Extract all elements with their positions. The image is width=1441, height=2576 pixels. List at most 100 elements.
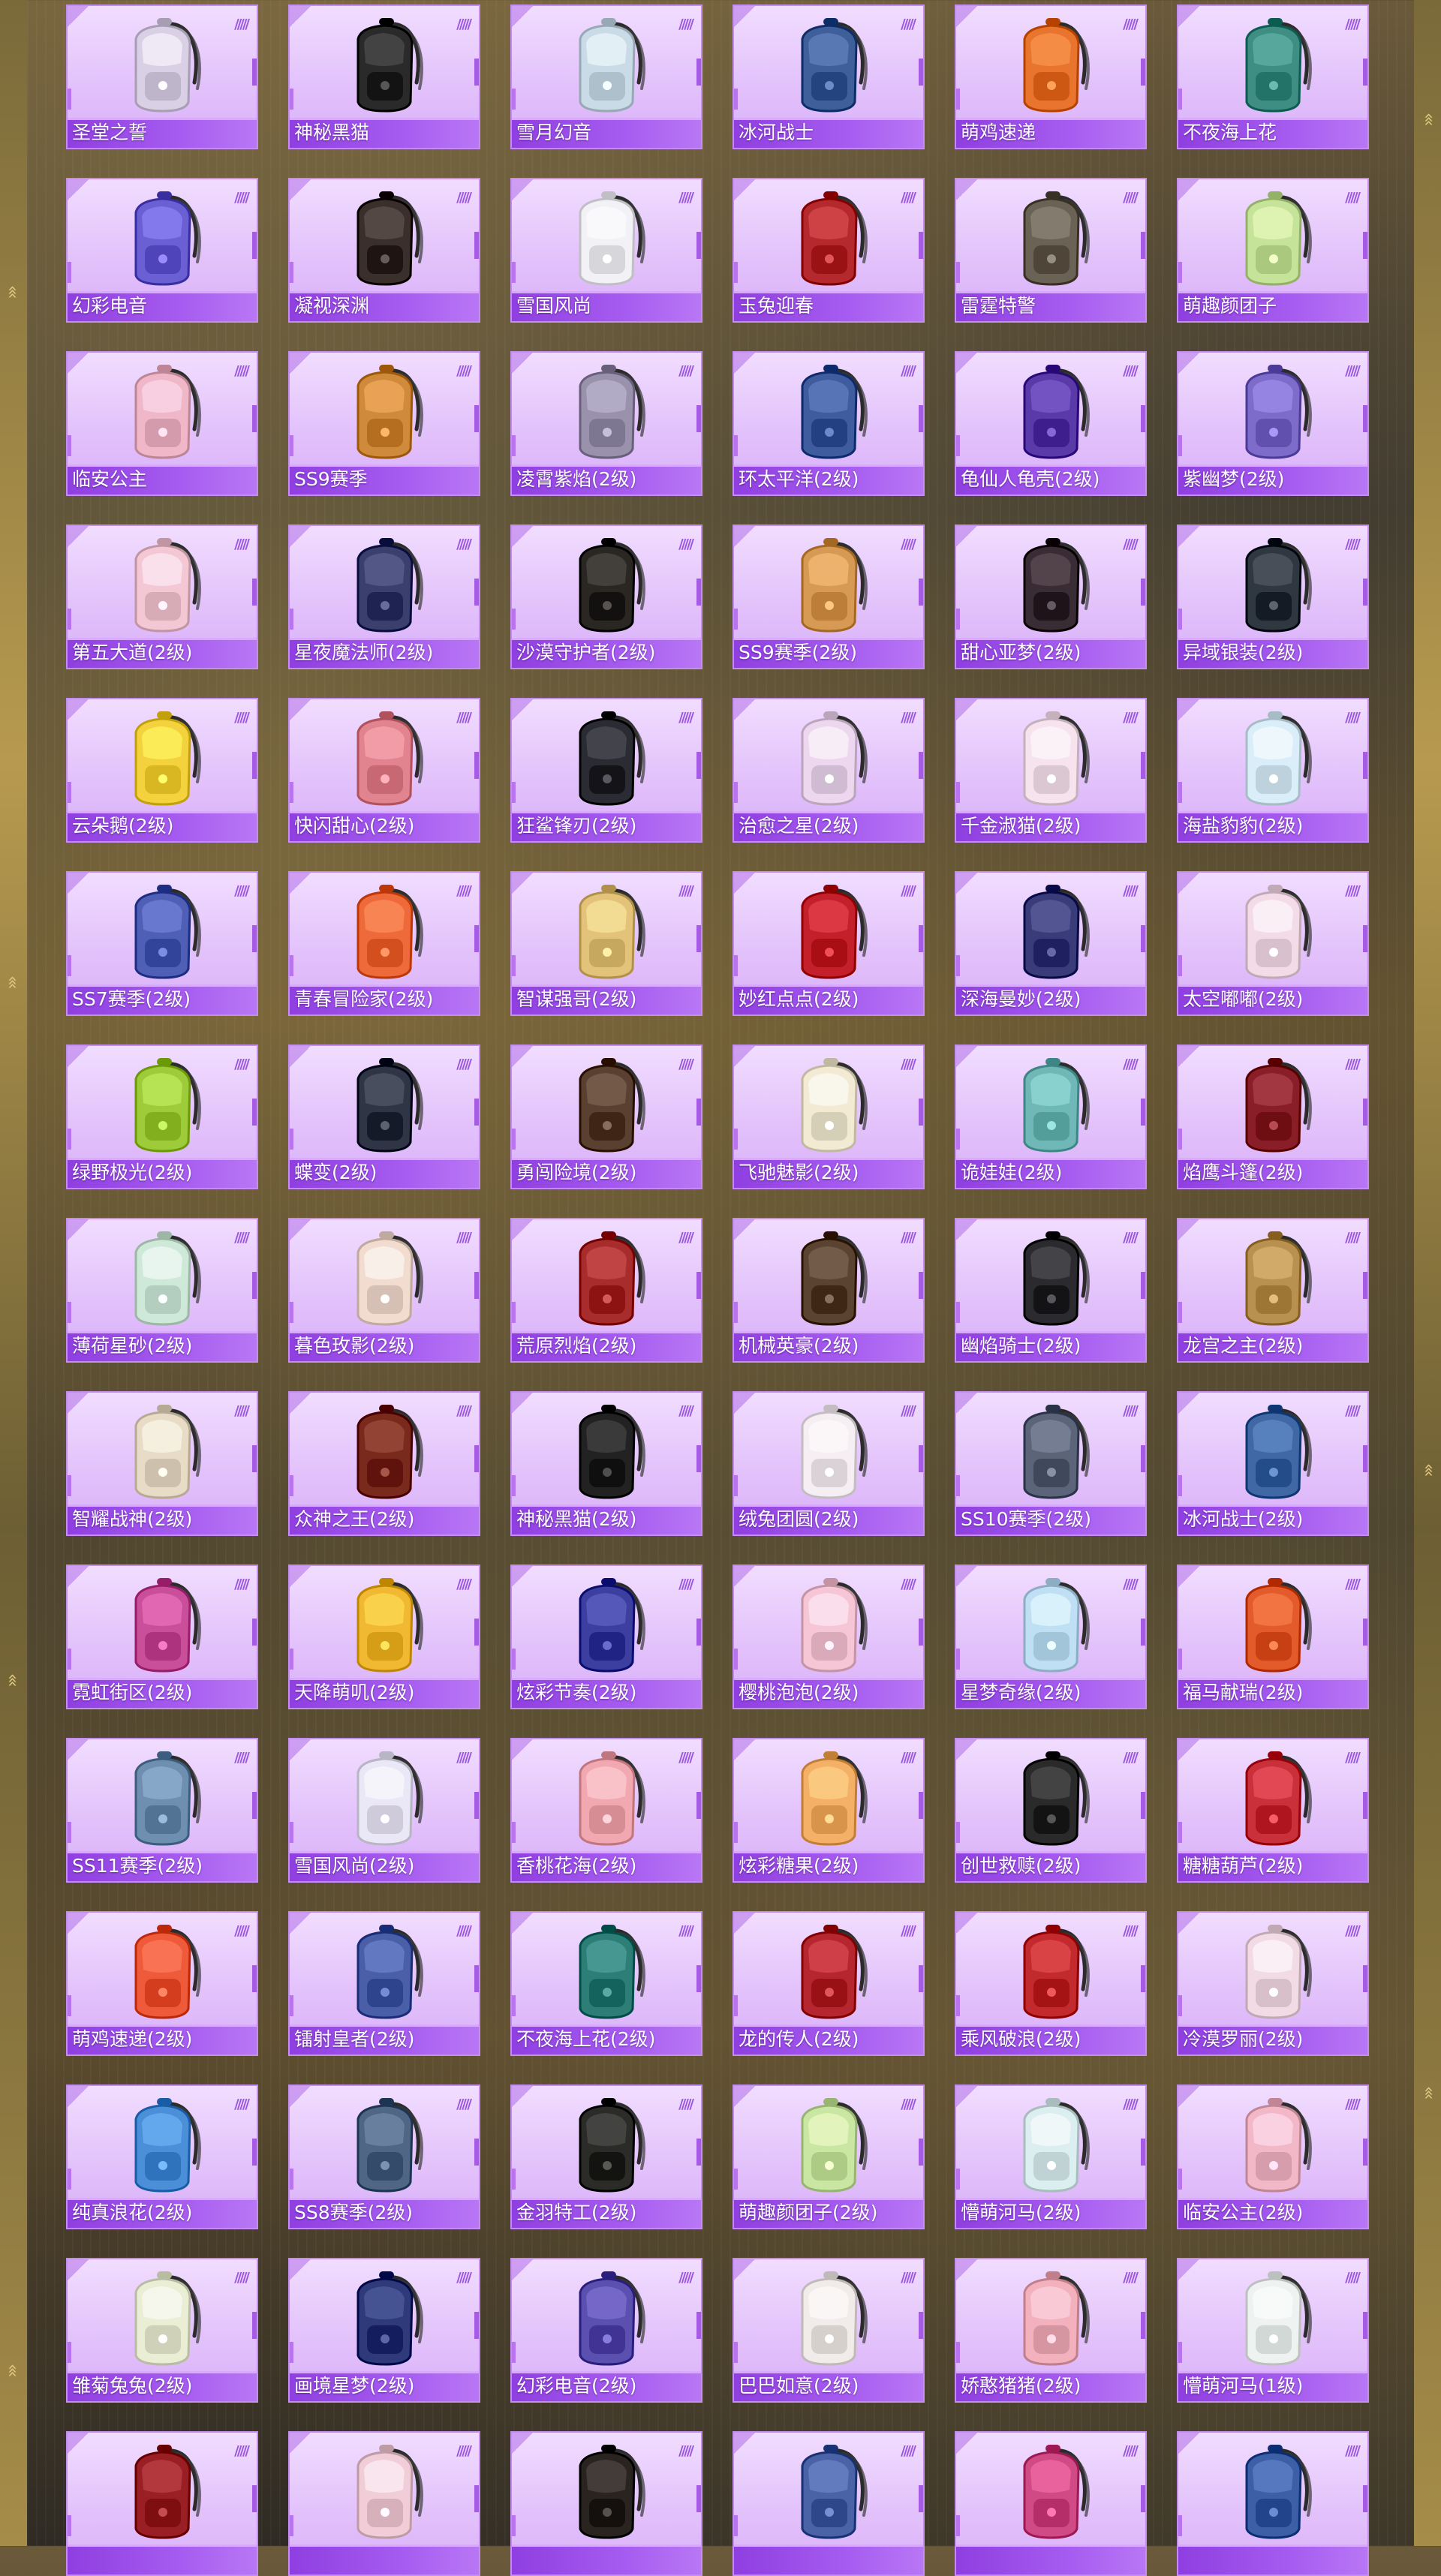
backpack-card[interactable]: ///// 圣堂之誓	[66, 5, 258, 149]
backpack-card[interactable]: ///// 蝶变(2级)	[288, 1045, 480, 1189]
item-name-label: 乘风破浪(2级)	[956, 2024, 1145, 2054]
backpack-card[interactable]: ///// 幻彩电音	[66, 178, 258, 323]
backpack-card[interactable]: ///// 炫彩糖果(2级)	[733, 1738, 925, 1883]
backpack-card[interactable]: ///// 天降萌叽(2级)	[288, 1565, 480, 1709]
backpack-card[interactable]: ///// 智谋强哥(2级)	[510, 871, 702, 1016]
backpack-card[interactable]: ///// 玉兔迎春	[733, 178, 925, 323]
backpack-card[interactable]: ///// 幻彩电音(2级)	[510, 2258, 702, 2403]
backpack-card[interactable]: ///// 雏菊兔兔(2级)	[66, 2258, 258, 2403]
card-edge-accent	[734, 1995, 738, 2016]
backpack-card[interactable]: ///// 异域银装(2级)	[1177, 525, 1369, 669]
backpack-card[interactable]: ///// 萌趣颜团子(2级)	[733, 2085, 925, 2229]
backpack-card[interactable]: ///// 青春冒险家(2级)	[288, 871, 480, 1016]
backpack-card[interactable]: ///// 妙红点点(2级)	[733, 871, 925, 1016]
backpack-card[interactable]: ///// 千金淑猫(2级)	[955, 698, 1147, 843]
backpack-card[interactable]: ///// 海盐豹豹(2级)	[1177, 698, 1369, 843]
backpack-card[interactable]: /////	[288, 2431, 480, 2576]
backpack-card[interactable]: ///// 雪月幻音	[510, 5, 702, 149]
backpack-card[interactable]: ///// 不夜海上花	[1177, 5, 1369, 149]
backpack-card[interactable]: ///// 治愈之星(2级)	[733, 698, 925, 843]
backpack-card[interactable]: ///// 第五大道(2级)	[66, 525, 258, 669]
backpack-card[interactable]: ///// 不夜海上花(2级)	[510, 1911, 702, 2056]
backpack-card[interactable]: /////	[510, 2431, 702, 2576]
backpack-card[interactable]: ///// 娇憨猪猪(2级)	[955, 2258, 1147, 2403]
backpack-card[interactable]: ///// 龙的传人(2级)	[733, 1911, 925, 2056]
backpack-card[interactable]: ///// 狂鲨锋刃(2级)	[510, 698, 702, 843]
backpack-card[interactable]: ///// 萌鸡速递(2级)	[66, 1911, 258, 2056]
backpack-card[interactable]: ///// 快闪甜心(2级)	[288, 698, 480, 843]
backpack-card[interactable]: ///// 炫彩节奏(2级)	[510, 1565, 702, 1709]
backpack-card[interactable]: ///// 香桃花海(2级)	[510, 1738, 702, 1883]
item-name-text: 青春冒险家(2级)	[294, 988, 434, 1010]
backpack-card[interactable]: ///// 勇闯险境(2级)	[510, 1045, 702, 1189]
backpack-card[interactable]: /////	[66, 2431, 258, 2576]
backpack-card[interactable]: ///// 环太平洋(2级)	[733, 351, 925, 496]
backpack-card[interactable]: ///// SS7赛季(2级)	[66, 871, 258, 1016]
backpack-card[interactable]: ///// 龙宫之主(2级)	[1177, 1218, 1369, 1363]
backpack-card[interactable]: ///// 镭射皇者(2级)	[288, 1911, 480, 2056]
backpack-card[interactable]: ///// 飞驰魅影(2级)	[733, 1045, 925, 1189]
backpack-card[interactable]: ///// 冰河战士	[733, 5, 925, 149]
backpack-card[interactable]: ///// 龟仙人龟壳(2级)	[955, 351, 1147, 496]
backpack-card[interactable]: ///// 凌霄紫焰(2级)	[510, 351, 702, 496]
backpack-card[interactable]: ///// 画境星梦(2级)	[288, 2258, 480, 2403]
backpack-card[interactable]: ///// 懵萌河马(2级)	[955, 2085, 1147, 2229]
backpack-card[interactable]: ///// 冰河战士(2级)	[1177, 1391, 1369, 1536]
backpack-card[interactable]: ///// 绒兔团圆(2级)	[733, 1391, 925, 1536]
backpack-card[interactable]: ///// 焰鹰斗篷(2级)	[1177, 1045, 1369, 1189]
backpack-card[interactable]: ///// 暮色玫影(2级)	[288, 1218, 480, 1363]
backpack-card[interactable]: ///// 深海曼妙(2级)	[955, 871, 1147, 1016]
backpack-card[interactable]: /////	[955, 2431, 1147, 2576]
backpack-card[interactable]: ///// 懵萌河马(1级)	[1177, 2258, 1369, 2403]
backpack-card[interactable]: ///// 众神之王(2级)	[288, 1391, 480, 1536]
backpack-card[interactable]: ///// 乘风破浪(2级)	[955, 1911, 1147, 2056]
backpack-card[interactable]: ///// 神秘黑猫(2级)	[510, 1391, 702, 1536]
backpack-card[interactable]: ///// 雪国风尚(2级)	[288, 1738, 480, 1883]
backpack-card[interactable]: ///// 神秘黑猫	[288, 5, 480, 149]
backpack-card[interactable]: ///// 创世救赎(2级)	[955, 1738, 1147, 1883]
backpack-card[interactable]: ///// 诡娃娃(2级)	[955, 1045, 1147, 1189]
backpack-card[interactable]: ///// 机械英豪(2级)	[733, 1218, 925, 1363]
backpack-card[interactable]: /////	[1177, 2431, 1369, 2576]
backpack-card[interactable]: ///// 薄荷星砂(2级)	[66, 1218, 258, 1363]
backpack-card[interactable]: ///// 萌鸡速递	[955, 5, 1147, 149]
backpack-card[interactable]: ///// 临安公主	[66, 351, 258, 496]
backpack-card[interactable]: ///// 糖糖葫芦(2级)	[1177, 1738, 1369, 1883]
backpack-card[interactable]: ///// 福马献瑞(2级)	[1177, 1565, 1369, 1709]
rarity-stripes: /////	[1123, 2097, 1139, 2112]
backpack-card[interactable]: ///// 纯真浪花(2级)	[66, 2085, 258, 2229]
backpack-card[interactable]: ///// 甜心亚梦(2级)	[955, 525, 1147, 669]
backpack-card[interactable]: ///// 凝视深渊	[288, 178, 480, 323]
backpack-card[interactable]: ///// SS10赛季(2级)	[955, 1391, 1147, 1536]
backpack-card[interactable]: ///// 沙漠守护者(2级)	[510, 525, 702, 669]
backpack-card[interactable]: ///// 金羽特工(2级)	[510, 2085, 702, 2229]
backpack-card[interactable]: ///// 云朵鹅(2级)	[66, 698, 258, 843]
backpack-card[interactable]: ///// SS9赛季	[288, 351, 480, 496]
backpack-card[interactable]: ///// SS11赛季(2级)	[66, 1738, 258, 1883]
backpack-card[interactable]: ///// 荒原烈焰(2级)	[510, 1218, 702, 1363]
backpack-card[interactable]: ///// 智耀战神(2级)	[66, 1391, 258, 1536]
backpack-card[interactable]: /////	[733, 2431, 925, 2576]
backpack-card[interactable]: ///// 临安公主(2级)	[1177, 2085, 1369, 2229]
backpack-card[interactable]: ///// 星夜魔法师(2级)	[288, 525, 480, 669]
backpack-card[interactable]: ///// SS9赛季(2级)	[733, 525, 925, 669]
backpack-card[interactable]: ///// 星梦奇缘(2级)	[955, 1565, 1147, 1709]
backpack-card[interactable]: ///// 冷漠罗丽(2级)	[1177, 1911, 1369, 2056]
backpack-card[interactable]: ///// 樱桃泡泡(2级)	[733, 1565, 925, 1709]
item-name-text: 异域银装(2级)	[1183, 642, 1304, 663]
backpack-card[interactable]: ///// 绿野极光(2级)	[66, 1045, 258, 1189]
backpack-card[interactable]: ///// 萌趣颜团子	[1177, 178, 1369, 323]
backpack-card[interactable]: ///// 幽焰骑士(2级)	[955, 1218, 1147, 1363]
backpack-card[interactable]: ///// 雪国风尚	[510, 178, 702, 323]
backpack-card[interactable]: ///// 雷霆特警	[955, 178, 1147, 323]
backpack-card[interactable]: ///// 紫幽梦(2级)	[1177, 351, 1369, 496]
card-edge-accent	[252, 2139, 257, 2166]
card-edge-accent	[919, 925, 923, 952]
backpack-card[interactable]: ///// SS8赛季(2级)	[288, 2085, 480, 2229]
item-name-label: 雪国风尚	[512, 291, 701, 321]
item-name-label: 创世救赎(2级)	[956, 1851, 1145, 1881]
backpack-card[interactable]: ///// 太空嘟嘟(2级)	[1177, 871, 1369, 1016]
backpack-card[interactable]: ///// 霓虹街区(2级)	[66, 1565, 258, 1709]
backpack-card[interactable]: ///// 巴巴如意(2级)	[733, 2258, 925, 2403]
item-name-label: 金羽特工(2级)	[512, 2198, 701, 2228]
